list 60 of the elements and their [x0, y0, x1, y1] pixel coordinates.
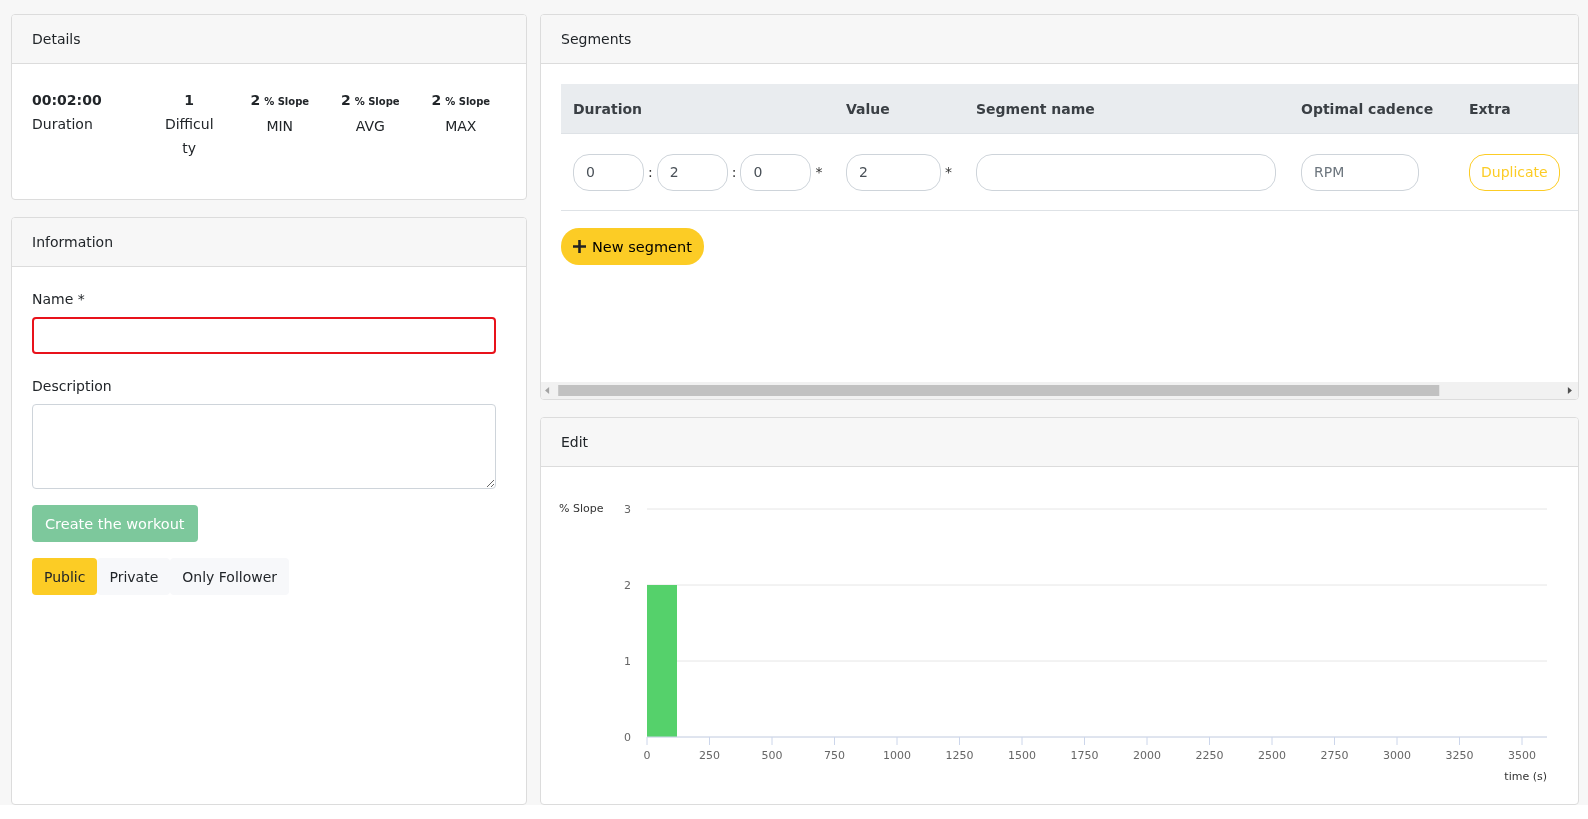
x-tick-label: 1500: [1008, 749, 1036, 762]
stat-value: 00:02:00: [32, 91, 102, 110]
stat-value: 2 % Slope: [250, 91, 310, 110]
time-separator: :: [731, 164, 737, 180]
column-header: Extra: [1457, 84, 1578, 134]
field-label: Name *: [32, 291, 85, 307]
card-title: Information: [32, 234, 114, 250]
x-tick-label: 3500: [1508, 749, 1536, 762]
visibility-button[interactable]: Private: [97, 558, 171, 595]
value-field[interactable]: 2: [846, 153, 941, 191]
x-tick-label: 1750: [1070, 749, 1099, 762]
x-tick-label: 2000: [1133, 749, 1161, 762]
seconds-field[interactable]: 0: [740, 153, 812, 191]
stat-label: AVG: [355, 117, 385, 136]
card-title: Edit: [561, 434, 589, 450]
stat-value: 2 % Slope: [431, 91, 491, 110]
segment-name-field[interactable]: [976, 153, 1276, 191]
visibility-button[interactable]: Public: [32, 558, 98, 595]
required-mark: *: [815, 164, 823, 180]
horizontal-scrollbar[interactable]: [541, 382, 1578, 399]
x-tick-label: 500: [761, 749, 783, 762]
new-segment-button[interactable]: New segment: [561, 228, 704, 265]
x-tick-label: 0: [643, 749, 651, 762]
cadence-field[interactable]: RPM: [1301, 153, 1419, 191]
hours-field[interactable]: 0: [573, 153, 644, 191]
plus-icon: [573, 240, 586, 253]
y-tick-label: 3: [624, 503, 631, 516]
stat-label: Duration: [32, 115, 93, 134]
stat-value: 2 % Slope: [340, 91, 400, 110]
y-tick-label: 2: [624, 579, 631, 592]
field-label: Description: [32, 378, 112, 394]
stat-value: 1: [184, 91, 195, 110]
x-tick-label: 2750: [1320, 749, 1349, 762]
stat-label: MAX: [445, 117, 477, 136]
y-tick-label: 0: [624, 731, 631, 744]
time-separator: :: [648, 164, 653, 180]
column-header: Segment name: [964, 84, 1289, 134]
x-tick-label: 2250: [1195, 749, 1224, 762]
x-tick-label: 750: [824, 749, 845, 762]
column-header: Value: [834, 84, 964, 134]
description-field[interactable]: [32, 404, 496, 489]
x-tick-label: 1000: [883, 749, 911, 762]
column-header: Duration: [561, 84, 834, 134]
x-tick-label: 2500: [1258, 749, 1286, 762]
required-mark: *: [945, 164, 952, 180]
name-field[interactable]: [32, 317, 496, 354]
minutes-field[interactable]: 2: [656, 153, 728, 191]
x-tick-label: 1250: [945, 749, 974, 762]
y-axis-title: % Slope: [559, 502, 604, 515]
y-tick-label: 1: [624, 655, 631, 668]
card-title: Details: [32, 31, 81, 47]
x-tick-label: 3250: [1445, 749, 1474, 762]
column-header: Optimal cadence: [1289, 84, 1457, 134]
card-title: Segments: [561, 31, 632, 47]
visibility-button[interactable]: Only Follower: [170, 558, 290, 595]
x-tick-label: 3000: [1383, 749, 1411, 762]
x-tick-label: 250: [699, 749, 720, 762]
stat-label: MIN: [266, 117, 294, 136]
stat-label: Difficulty: [164, 115, 215, 158]
x-axis-title: time (s): [1504, 770, 1547, 783]
